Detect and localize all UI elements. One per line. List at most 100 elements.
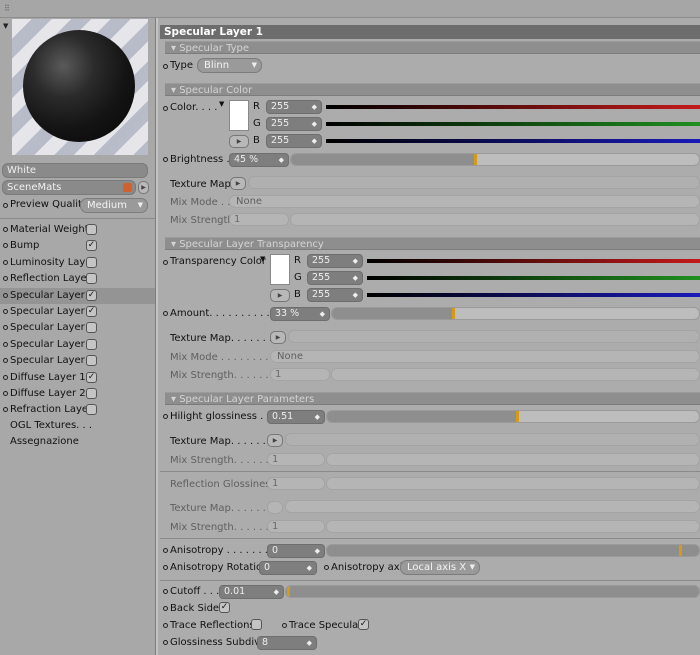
type-dropdown[interactable]: Blinn ▼: [197, 58, 262, 73]
assegnazione-item[interactable]: Assegnazione: [10, 436, 79, 447]
color-menu-arrow-icon[interactable]: ▼: [260, 255, 265, 263]
backside-checkbox[interactable]: ✓: [219, 602, 230, 613]
keyframe-dot-icon[interactable]: [3, 341, 8, 347]
cutoff-slider[interactable]: [285, 585, 700, 598]
transparency-channel-field[interactable]: 255 ◆: [307, 271, 363, 285]
channel-checkbox[interactable]: [86, 355, 97, 367]
transparency-channel-gradient[interactable]: [367, 276, 700, 280]
channel-checkbox[interactable]: [86, 388, 97, 399]
keyframe-dot-icon[interactable]: [3, 203, 8, 208]
transparency-color-swatch[interactable]: [270, 254, 290, 285]
keyframe-dot-icon[interactable]: [163, 565, 168, 570]
scenemats-field[interactable]: SceneMats: [2, 180, 136, 195]
keyframe-dot-icon[interactable]: [3, 407, 8, 413]
keyframe-dot-icon[interactable]: [163, 606, 168, 611]
mix-strength-field[interactable]: 1: [229, 213, 289, 226]
amount-slider-handle[interactable]: [452, 308, 456, 319]
mix-mode-dropdown[interactable]: None: [229, 195, 700, 208]
keyframe-dot-icon[interactable]: [3, 309, 8, 314]
reflection-glossiness-slider[interactable]: [326, 477, 700, 490]
glossiness-subdivs-field[interactable]: 8 ◆: [257, 636, 317, 650]
amount-slider[interactable]: [331, 307, 700, 320]
specular-channel-gradient[interactable]: [326, 139, 700, 143]
channel-checkbox[interactable]: ✓: [86, 240, 97, 252]
p-texture-map-slot[interactable]: [285, 433, 700, 446]
specular-color-swatch[interactable]: [229, 100, 249, 131]
r-texture-map-button[interactable]: [267, 501, 283, 514]
preview-menu-arrow-icon[interactable]: ▼: [3, 22, 8, 30]
keyframe-dot-icon[interactable]: [3, 325, 8, 331]
r-mix-strength-field[interactable]: 1: [267, 520, 325, 533]
channel-item[interactable]: Material Weight: [0, 222, 155, 238]
cutoff-slider-handle[interactable]: [287, 586, 290, 597]
channel-item[interactable]: Luminosity Layer: [0, 255, 155, 271]
specular-channel-field[interactable]: 255 ◆: [266, 100, 322, 114]
keyframe-dot-icon[interactable]: [3, 259, 8, 265]
transparency-channel-gradient[interactable]: [367, 259, 700, 263]
color-menu-arrow-icon[interactable]: ▼: [219, 100, 224, 108]
anisotropy-slider[interactable]: [326, 544, 700, 557]
keyframe-dot-icon[interactable]: [163, 157, 168, 162]
material-name-field[interactable]: White: [2, 163, 148, 178]
section-specular-type[interactable]: ▾ Specular Type: [165, 41, 700, 54]
channel-item[interactable]: Specular Layer 2 ✓: [0, 304, 155, 320]
texture-map-slot[interactable]: [248, 176, 700, 189]
section-specular-color[interactable]: ▾ Specular Color: [165, 83, 700, 96]
keyframe-dot-icon[interactable]: [163, 260, 168, 265]
trace-reflections-checkbox[interactable]: [251, 619, 262, 630]
keyframe-dot-icon[interactable]: [3, 292, 8, 298]
ogl-textures-item[interactable]: OGL Textures. . .: [10, 420, 92, 431]
channel-checkbox[interactable]: ✓: [86, 371, 97, 383]
anisotropy-rotation-field[interactable]: 0 ◆: [259, 561, 317, 575]
scenemats-arrow-button[interactable]: ▶: [138, 181, 149, 194]
reflection-glossiness-field[interactable]: 1: [267, 477, 325, 490]
transparency-channel-field[interactable]: 255 ◆: [307, 288, 363, 302]
brightness-slider-handle[interactable]: [473, 154, 477, 165]
keyframe-dot-icon[interactable]: [163, 64, 168, 69]
hilight-slider-handle[interactable]: [515, 411, 519, 422]
brightness-slider[interactable]: [290, 153, 700, 166]
keyframe-dot-icon[interactable]: [163, 623, 168, 628]
specular-channel-gradient[interactable]: [326, 105, 700, 109]
t-mix-strength-slider[interactable]: [331, 368, 700, 381]
keyframe-dot-icon[interactable]: [282, 623, 287, 628]
keyframe-dot-icon[interactable]: [3, 243, 8, 249]
grip-icon[interactable]: ⠿: [4, 4, 14, 14]
channel-checkbox[interactable]: [86, 256, 97, 268]
channel-item[interactable]: Diffuse Layer 2: [0, 386, 155, 402]
channel-item[interactable]: Specular Layer 1 ✓: [0, 287, 155, 304]
p-texture-map-button[interactable]: ▶: [267, 434, 283, 447]
t-mix-strength-field[interactable]: 1: [270, 368, 330, 381]
channel-item[interactable]: Specular Layer 3: [0, 320, 155, 336]
channel-item[interactable]: Refraction Layer: [0, 402, 155, 418]
r-mix-strength-slider[interactable]: [326, 520, 700, 533]
p-mix-strength-field[interactable]: 1: [267, 453, 325, 466]
channel-item[interactable]: Specular Layer 5: [0, 353, 155, 369]
channel-checkbox[interactable]: [86, 224, 97, 235]
keyframe-dot-icon[interactable]: [3, 276, 8, 282]
keyframe-dot-icon[interactable]: [3, 391, 8, 396]
channel-checkbox[interactable]: [86, 322, 97, 334]
t-texture-map-button[interactable]: ▶: [270, 331, 286, 344]
keyframe-dot-icon[interactable]: [163, 311, 168, 316]
anisotropy-axis-dropdown[interactable]: Local axis X ▼: [400, 560, 480, 575]
keyframe-dot-icon[interactable]: [163, 106, 168, 111]
anisotropy-field[interactable]: 0 ◆: [267, 544, 325, 558]
texture-map-button[interactable]: ▶: [230, 177, 246, 190]
cutoff-field[interactable]: 0.01 ◆: [219, 585, 284, 599]
keyframe-dot-icon[interactable]: [163, 548, 168, 553]
keyframe-dot-icon[interactable]: [163, 414, 168, 419]
keyframe-dot-icon[interactable]: [3, 227, 8, 232]
transparency-expand-button[interactable]: ▶: [270, 289, 290, 302]
keyframe-dot-icon[interactable]: [324, 565, 329, 570]
keyframe-dot-icon[interactable]: [3, 374, 8, 380]
channel-checkbox[interactable]: ✓: [86, 306, 97, 317]
specular-channel-field[interactable]: 255 ◆: [266, 117, 322, 131]
anisotropy-slider-handle[interactable]: [679, 545, 682, 556]
keyframe-dot-icon[interactable]: [163, 640, 168, 645]
r-texture-map-slot[interactable]: [285, 500, 700, 513]
channel-checkbox[interactable]: [86, 338, 97, 350]
channel-item[interactable]: Specular Layer 4: [0, 337, 155, 353]
amount-field[interactable]: 33 % ◆: [270, 307, 330, 321]
preview-quality-dropdown[interactable]: Medium ▼: [80, 198, 148, 213]
